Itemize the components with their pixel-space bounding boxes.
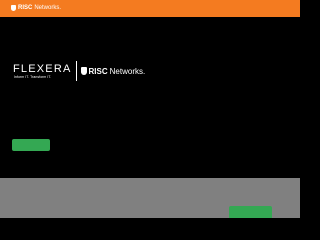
shield-logo-icon [11, 5, 16, 11]
risc-name-rest: Networks. [109, 66, 146, 76]
brand-name-bold: RISC [18, 5, 33, 11]
hero-cta-button[interactable] [12, 139, 50, 151]
flexera-tagline: Inform IT. Transform IT. [14, 74, 52, 79]
footer-cta-button[interactable] [229, 206, 272, 218]
risc-networks-logo[interactable]: RISC Networks. [11, 4, 61, 12]
top-bar: RISC Networks. [0, 0, 300, 17]
logo-divider [75, 61, 77, 81]
partner-logo-lockup: FLEXERA Inform IT. Transform IT. RISC Ne… [13, 60, 145, 82]
shield-logo-icon [80, 67, 87, 75]
brand-name-rest: Networks. [34, 5, 62, 11]
risc-name-bold: RISC [88, 66, 108, 76]
hero-section: FLEXERA Inform IT. Transform IT. RISC Ne… [0, 17, 300, 178]
flexera-logo: FLEXERA Inform IT. Transform IT. [13, 63, 72, 80]
flexera-wordmark: FLEXERA [13, 62, 72, 75]
bottom-section [0, 178, 300, 218]
risc-networks-hero-logo: RISC Networks. [80, 66, 146, 76]
